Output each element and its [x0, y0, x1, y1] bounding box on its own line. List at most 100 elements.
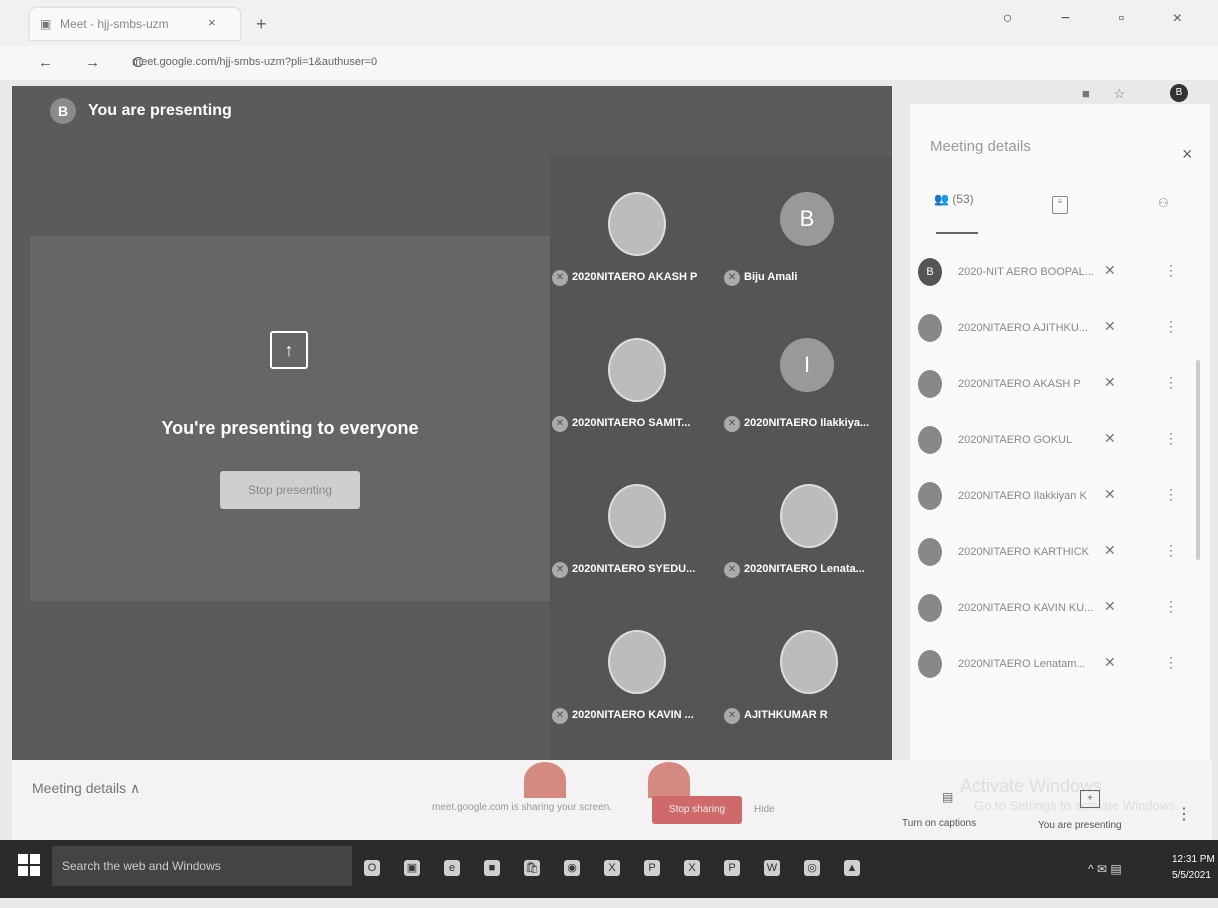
participant-name: 2020NITAERO AKASH P: [572, 271, 698, 283]
window-controls[interactable]: ○ − ▫ ×: [1003, 10, 1204, 28]
participant-menu-button[interactable]: ⋮: [1164, 598, 1178, 615]
participant-tile[interactable]: ✕ 2020NITAERO SYEDU...: [550, 448, 720, 598]
activities-tab-icon[interactable]: ⚇: [1158, 196, 1169, 210]
clock-time[interactable]: 12:31 PM: [1172, 854, 1215, 865]
muted-mic-icon[interactable]: ✕: [1104, 654, 1116, 671]
muted-mic-icon[interactable]: ✕: [1104, 262, 1116, 279]
taskbar-app-icon[interactable]: X: [604, 860, 620, 876]
more-options-button[interactable]: ⋮: [1176, 804, 1192, 824]
leave-call-button[interactable]: [648, 762, 690, 798]
taskbar-app-icon[interactable]: P: [724, 860, 740, 876]
participant-avatar: B: [780, 192, 834, 246]
participant-tile[interactable]: B ✕ Biju Amali: [722, 156, 892, 306]
people-icon: 👥: [934, 192, 953, 206]
url-field[interactable]: meet.google.com/hjj-smbs-uzm?pli=1&authu…: [132, 56, 377, 68]
meeting-stage: B You are presenting ↑ You're presenting…: [12, 86, 892, 760]
taskbar-app-icon[interactable]: e: [444, 860, 460, 876]
participant-avatar: [918, 314, 942, 342]
microphone-button[interactable]: [524, 762, 566, 798]
participant-row[interactable]: 2020NITAERO KAVIN KU... ✕ ⋮: [918, 592, 1188, 632]
meet-favicon-icon: ▣: [40, 17, 52, 31]
extension-icons[interactable]: ■ ☆: [1082, 86, 1135, 102]
participant-row[interactable]: 2020NITAERO Ilakkiyan K ✕ ⋮: [918, 480, 1188, 520]
participant-menu-button[interactable]: ⋮: [1164, 654, 1178, 671]
participant-row[interactable]: 2020NITAERO GOKUL ✕ ⋮: [918, 424, 1188, 464]
participant-row[interactable]: 2020NITAERO KARTHICK ✕ ⋮: [918, 536, 1188, 576]
participant-tile[interactable]: ✕ 2020NITAERO SAMIT...: [550, 302, 720, 452]
participant-tile[interactable]: ✕ 2020NITAERO AKASH P: [550, 156, 720, 306]
presenting-title: You are presenting: [88, 102, 232, 119]
muted-mic-icon[interactable]: ✕: [1104, 318, 1116, 335]
participant-name: 2020NITAERO Lenata...: [744, 563, 865, 575]
taskbar-app-icon[interactable]: ▲: [844, 860, 860, 876]
profile-avatar[interactable]: B: [1170, 84, 1188, 102]
muted-mic-icon[interactable]: ✕: [1104, 430, 1116, 447]
taskbar-app-icon[interactable]: X: [684, 860, 700, 876]
taskbar-app-icon[interactable]: ■: [484, 860, 500, 876]
captions-label[interactable]: Turn on captions: [902, 818, 976, 829]
people-count: (53): [952, 192, 974, 206]
taskbar-app-icon[interactable]: ◎: [804, 860, 820, 876]
taskbar-app-icon[interactable]: ◉: [564, 860, 580, 876]
stop-sharing-button[interactable]: Stop sharing: [652, 796, 742, 824]
captions-icon[interactable]: ▤: [942, 790, 953, 804]
panel-scrollbar[interactable]: [1196, 360, 1200, 560]
participant-tile[interactable]: ✕ 2020NITAERO KAVIN ...: [550, 594, 720, 744]
muted-mic-icon[interactable]: ✕: [1104, 598, 1116, 615]
participant-row[interactable]: B 2020-NIT AERO BOOPAL... ✕ ⋮: [918, 256, 1188, 296]
muted-mic-icon: ✕: [552, 708, 568, 724]
chat-tab-icon[interactable]: ≡: [1052, 196, 1068, 214]
taskbar-app-icon[interactable]: P: [644, 860, 660, 876]
participant-row[interactable]: 2020NITAERO AJITHKU... ✕ ⋮: [918, 312, 1188, 352]
participant-menu-button[interactable]: ⋮: [1164, 318, 1178, 335]
presenter-avatar: B: [50, 98, 76, 124]
participant-name: AJITHKUMAR R: [744, 709, 828, 721]
participant-avatar: [608, 192, 666, 256]
meeting-details-toggle[interactable]: Meeting details ∧: [32, 780, 140, 797]
present-now-icon[interactable]: +: [1080, 790, 1100, 808]
participant-avatar: [608, 630, 666, 694]
participant-name: 2020NITAERO AKASH P: [958, 378, 1081, 390]
taskbar-search-text: Search the web and Windows: [62, 859, 221, 873]
panel-close-button[interactable]: ×: [1182, 144, 1193, 165]
participant-tile[interactable]: ✕ 2020NITAERO Lenata...: [722, 448, 892, 598]
taskbar-app-icon[interactable]: O: [364, 860, 380, 876]
participant-menu-button[interactable]: ⋮: [1164, 486, 1178, 503]
participant-name: 2020NITAERO SAMIT...: [572, 417, 691, 429]
present-now-label[interactable]: You are presenting: [1038, 820, 1122, 831]
participant-menu-button[interactable]: ⋮: [1164, 542, 1178, 559]
participant-avatar: [918, 594, 942, 622]
muted-mic-icon[interactable]: ✕: [1104, 374, 1116, 391]
participant-menu-button[interactable]: ⋮: [1164, 430, 1178, 447]
tab-people[interactable]: 👥 (53): [934, 192, 974, 206]
participant-avatar: [780, 484, 838, 548]
present-upload-icon: ↑: [270, 331, 308, 369]
taskbar-app-icon[interactable]: 🛍: [524, 860, 540, 876]
muted-mic-icon: ✕: [724, 708, 740, 724]
system-tray[interactable]: ^ ✉ ▤: [1088, 862, 1122, 876]
participant-name: Biju Amali: [744, 271, 798, 283]
stop-presenting-button[interactable]: Stop presenting: [220, 471, 360, 509]
new-tab-button[interactable]: +: [256, 14, 267, 35]
participant-tile[interactable]: ✕ AJITHKUMAR R: [722, 594, 892, 744]
taskbar-search-box[interactable]: Search the web and Windows: [52, 846, 352, 886]
taskbar-app-icon[interactable]: ▣: [404, 860, 420, 876]
participant-avatar: B: [918, 258, 942, 286]
tab-close-button[interactable]: ×: [208, 15, 216, 30]
participant-row[interactable]: 2020NITAERO AKASH P ✕ ⋮: [918, 368, 1188, 408]
taskbar-app-icon[interactable]: W: [764, 860, 780, 876]
muted-mic-icon[interactable]: ✕: [1104, 542, 1116, 559]
muted-mic-icon[interactable]: ✕: [1104, 486, 1116, 503]
participant-menu-button[interactable]: ⋮: [1164, 374, 1178, 391]
muted-mic-icon: ✕: [552, 562, 568, 578]
hide-banner-button[interactable]: Hide: [754, 804, 775, 815]
participant-menu-button[interactable]: ⋮: [1164, 262, 1178, 279]
windows-start-icon[interactable]: [18, 854, 42, 878]
sharing-banner: meet.google.com is sharing your screen.: [432, 802, 613, 813]
participant-row[interactable]: 2020NITAERO Lenatam... ✕ ⋮: [918, 648, 1188, 688]
participant-tile[interactable]: I ✕ 2020NITAERO Ilakkiya...: [722, 302, 892, 452]
windows-taskbar: Search the web and Windows O ▣ e ■ 🛍 ◉ X P X P W ◎ ▲…: [0, 840, 1218, 898]
browser-tab[interactable]: ▣ Meet - hjj-smbs-uzm ×: [30, 8, 240, 40]
clock-date[interactable]: 5/5/2021: [1172, 870, 1211, 881]
activate-windows-subtext: Go to Settings to activate Windows.: [974, 798, 1180, 813]
